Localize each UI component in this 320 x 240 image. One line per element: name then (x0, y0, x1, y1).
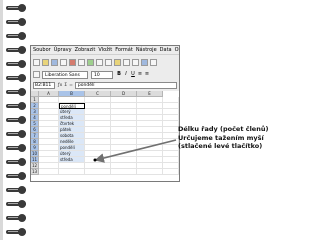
binder-ring (6, 186, 26, 194)
font-name-combo[interactable]: Liberation Sans (42, 70, 88, 79)
binder-ring (6, 214, 26, 222)
binder-rings (6, 0, 28, 240)
binder-ring (6, 200, 26, 208)
page-edge-stripe (0, 0, 3, 240)
paste-icon[interactable] (114, 58, 121, 66)
binder-ring (6, 46, 26, 54)
standard-toolbar (31, 56, 179, 68)
copy-icon[interactable] (105, 58, 112, 66)
save-icon[interactable] (51, 58, 58, 66)
chart-icon[interactable] (150, 58, 157, 66)
function-wizard-icon[interactable]: ƒx (58, 83, 62, 88)
binder-ring (6, 102, 26, 110)
formatting-toolbar: Liberation Sans 10 B I U ≡ ≡ (31, 69, 179, 80)
export-pdf-icon[interactable] (69, 58, 76, 66)
undo-icon[interactable] (123, 58, 130, 66)
grid-cell[interactable] (137, 169, 163, 175)
binder-ring (6, 74, 26, 82)
print-icon[interactable] (78, 58, 85, 66)
callout-line-2: Určujeme tažením myší (178, 133, 264, 142)
spellcheck-icon[interactable] (87, 58, 94, 66)
email-icon[interactable] (60, 58, 67, 66)
menu-item[interactable]: Vložit (98, 47, 112, 53)
redo-icon[interactable] (132, 58, 139, 66)
binder-ring (6, 88, 26, 96)
binder-ring (6, 18, 26, 26)
menu-item[interactable]: Úpravy (54, 47, 72, 53)
callout-line-3: (stlačené levé tlačítko) (178, 142, 263, 150)
menu-item[interactable]: Formát (115, 47, 133, 53)
menu-item[interactable]: Data (160, 47, 172, 53)
bold-icon[interactable]: B (116, 71, 122, 78)
grid-cell[interactable] (85, 169, 111, 175)
menu-item[interactable]: Zobrazit (75, 47, 96, 53)
menu-bar: Soubor Úpravy Zobrazit Vložit Formát Nástroje… (31, 46, 179, 55)
grid-cell[interactable] (39, 169, 59, 175)
formula-input[interactable]: pondělí (74, 82, 177, 89)
grid-cell[interactable] (111, 169, 137, 175)
new-document-icon[interactable] (33, 58, 40, 66)
name-box[interactable]: B2:B11 (33, 82, 55, 89)
cut-icon[interactable] (96, 58, 103, 66)
binder-ring (6, 144, 26, 152)
grid-cell[interactable] (59, 169, 85, 175)
spreadsheet-grid[interactable]: A B C D E 1 2 pondělí 3 úterý 4 středa 5 čtvrtek 6 páte… (31, 91, 179, 181)
open-icon[interactable] (42, 58, 49, 66)
align-center-icon[interactable]: ≡ (144, 71, 150, 78)
styles-icon[interactable] (33, 71, 40, 78)
binder-ring (6, 32, 26, 40)
font-size-combo[interactable]: 10 (91, 70, 113, 79)
grid-cell[interactable] (163, 169, 179, 175)
callout-line-1: Délku řady (počet členů) (178, 125, 269, 133)
callout-text: Délku řady (počet členů) Určujeme tažení… (178, 125, 278, 151)
menu-item[interactable]: Okno (175, 47, 179, 53)
sort-icon[interactable] (141, 58, 148, 66)
binder-ring (6, 172, 26, 180)
sum-icon[interactable]: Σ (64, 83, 67, 88)
formula-bar: B2:B11 ƒx Σ = pondělí (31, 81, 179, 90)
underline-icon[interactable]: U (130, 71, 136, 78)
row-header[interactable]: 13 (31, 169, 39, 175)
binder-ring (6, 158, 26, 166)
align-left-icon[interactable]: ≡ (137, 71, 143, 78)
menu-item[interactable]: Soubor (33, 47, 51, 53)
equals-icon[interactable]: = (69, 83, 73, 88)
menu-item[interactable]: Nástroje (136, 47, 157, 53)
binder-ring (6, 116, 26, 124)
italic-icon[interactable]: I (123, 71, 129, 78)
binder-ring (6, 228, 26, 236)
binder-ring (6, 130, 26, 138)
binder-ring (6, 60, 26, 68)
binder-ring (6, 4, 26, 12)
spreadsheet-window: Soubor Úpravy Zobrazit Vložit Formát Nástroje… (30, 45, 180, 182)
